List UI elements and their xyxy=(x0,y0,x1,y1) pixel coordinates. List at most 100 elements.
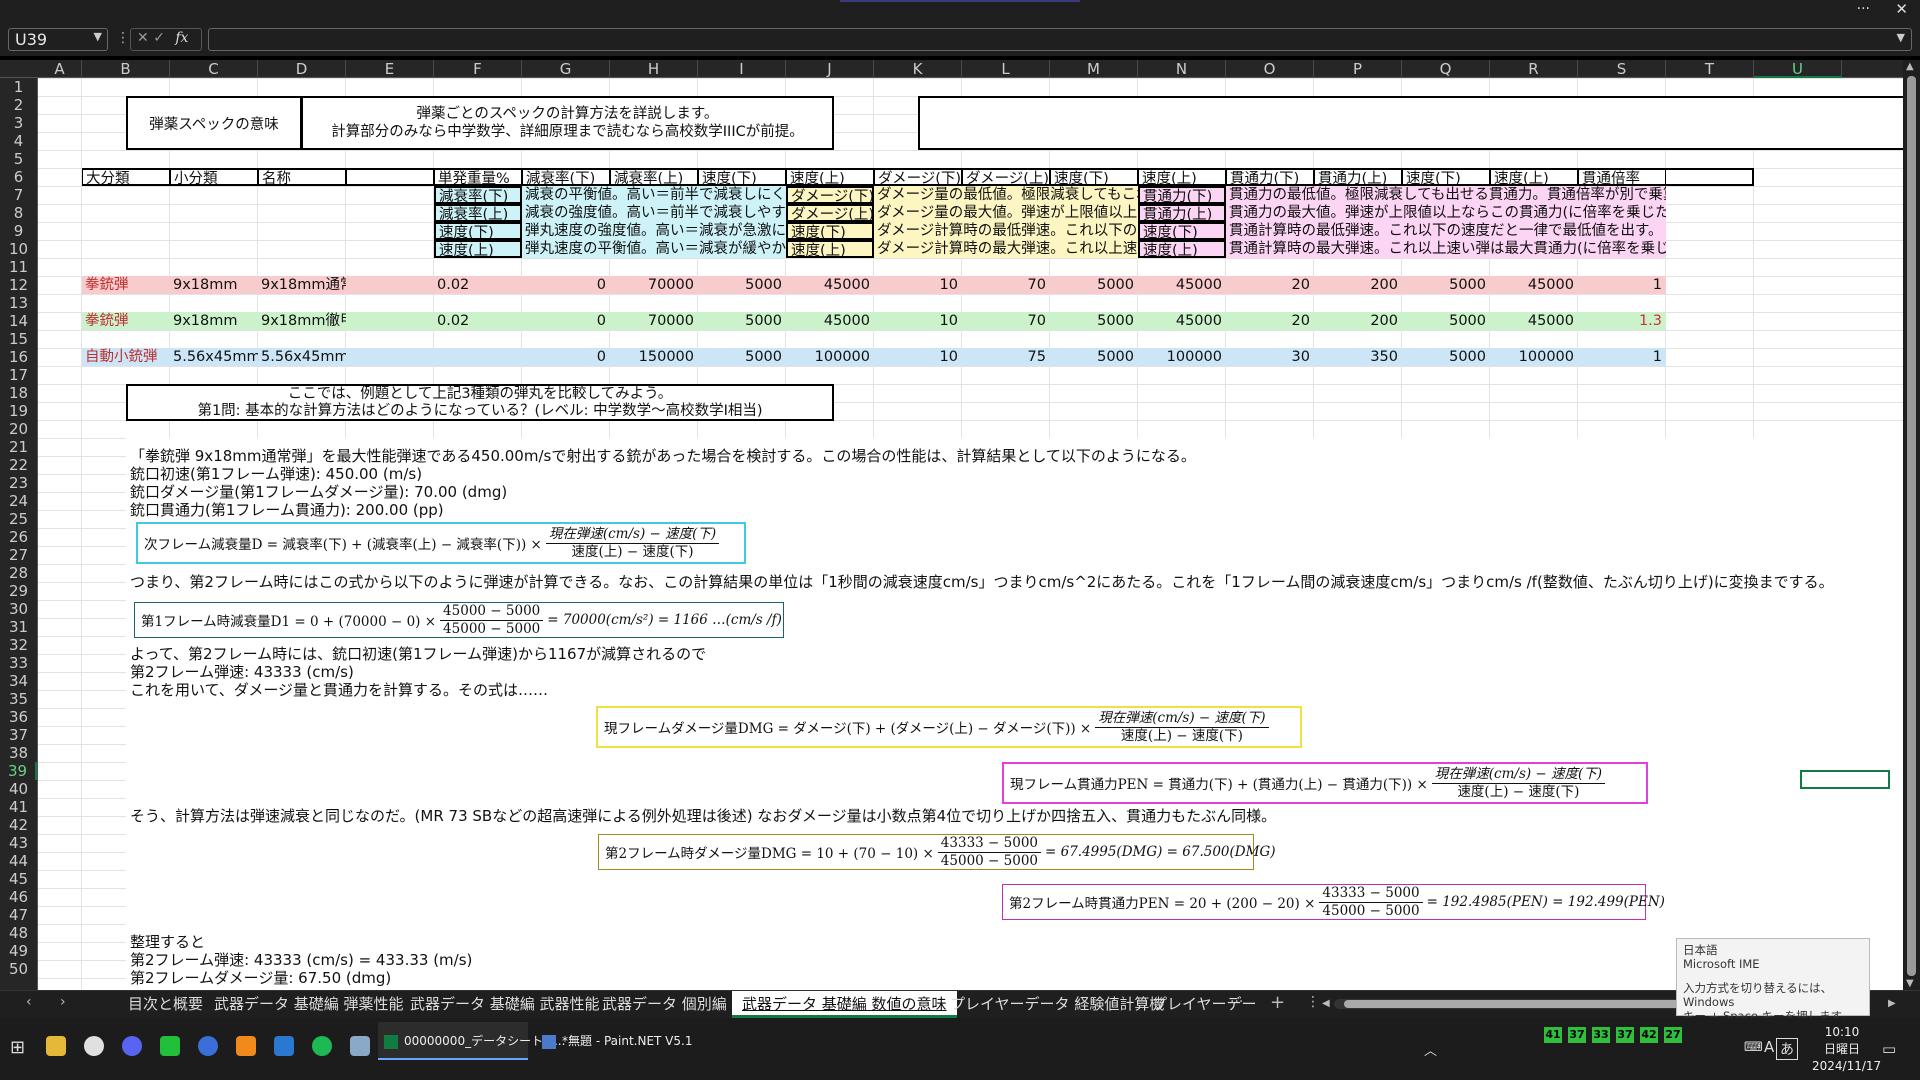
ammo-cell-d_hi[interactable]: 70000 xyxy=(610,312,698,330)
tray-status-badge[interactable]: 42 xyxy=(1640,1027,1658,1043)
row-header-47[interactable]: 47 xyxy=(0,906,37,924)
tab-more-button[interactable]: ··· xyxy=(1230,994,1243,1010)
add-sheet-button[interactable]: + xyxy=(1270,992,1285,1013)
ammo-cell-v_lo[interactable]: 5000 xyxy=(698,276,786,294)
ammo-cell-pen_hi[interactable]: 200 xyxy=(1314,276,1402,294)
insert-function-button[interactable]: fx xyxy=(175,30,188,46)
ammo-cell-pv_hi[interactable]: 100000 xyxy=(1490,348,1578,366)
taskbar-clock[interactable]: 10:10 日曜日 2024/11/17 xyxy=(1812,1024,1881,1075)
row-header-38[interactable]: 38 xyxy=(0,744,37,762)
sheet-tab[interactable]: プレイヤーデー xyxy=(1142,991,1267,1018)
column-header-s[interactable]: S xyxy=(1578,60,1666,78)
sheet-tab[interactable]: 武器データ 個別編 xyxy=(592,991,737,1018)
ammo-cell-dv_lo[interactable]: 5000 xyxy=(1050,312,1138,330)
row-header-29[interactable]: 29 xyxy=(0,582,37,600)
sheet-tab[interactable]: プレイヤーデータ 経験値計算機 xyxy=(940,991,1174,1018)
expand-formula-icon[interactable]: ▼ xyxy=(1897,31,1905,44)
vertical-scroll-thumb[interactable] xyxy=(1907,76,1916,976)
tab-next-icon[interactable]: › xyxy=(60,994,66,1010)
ammo-cell-pv_lo[interactable]: 5000 xyxy=(1402,276,1490,294)
row-header-16[interactable]: 16 xyxy=(0,348,37,366)
column-header-o[interactable]: O xyxy=(1226,60,1314,78)
taskbar-excel-app[interactable]: 00000000_データシート.x... xyxy=(378,1022,565,1060)
row-header-15[interactable]: 15 xyxy=(0,330,37,348)
vertical-scrollbar[interactable]: ▲ ▼ xyxy=(1903,60,1920,990)
tray-status-badge[interactable]: 41 xyxy=(1544,1027,1562,1043)
ammo-cell-dv_hi[interactable]: 45000 xyxy=(1138,276,1226,294)
keyboard-app-icon[interactable] xyxy=(350,1036,370,1056)
ammo-cell-dmg_hi[interactable]: 70 xyxy=(962,312,1050,330)
row-header-14[interactable]: 14 xyxy=(0,312,37,330)
row-header-18[interactable]: 18 xyxy=(0,384,37,402)
row-header-1[interactable]: 1 xyxy=(0,78,37,96)
taskbar-paintnet-app[interactable]: *無題 - Paint.NET V5.1 xyxy=(536,1022,692,1060)
row-header-24[interactable]: 24 xyxy=(0,492,37,510)
ammo-cell-v_hi[interactable]: 45000 xyxy=(786,312,874,330)
column-header-u[interactable]: U xyxy=(1754,60,1842,78)
ammo-cell-dmg_hi[interactable]: 70 xyxy=(962,276,1050,294)
ammo-cell-weight[interactable]: 0.02 xyxy=(434,276,522,294)
row-header-39[interactable]: 39 xyxy=(0,762,37,780)
app-icon-7[interactable] xyxy=(274,1036,294,1056)
scroll-down-icon[interactable]: ▼ xyxy=(1906,978,1914,989)
ammo-cell-v_lo[interactable]: 5000 xyxy=(698,312,786,330)
sheet-tab[interactable]: 武器データ 基礎編 弾薬性能 xyxy=(204,991,414,1018)
ammo-cell-pv_hi[interactable]: 45000 xyxy=(1490,276,1578,294)
column-header-k[interactable]: K xyxy=(874,60,962,78)
row-header-21[interactable]: 21 xyxy=(0,438,37,456)
ammo-cell-v_lo[interactable]: 5000 xyxy=(698,348,786,366)
column-header-t[interactable]: T xyxy=(1666,60,1754,78)
column-header-b[interactable]: B xyxy=(82,60,170,78)
hscroll-left-icon[interactable]: ◀ xyxy=(1322,998,1330,1009)
row-header-13[interactable]: 13 xyxy=(0,294,37,312)
row-header-11[interactable]: 11 xyxy=(0,258,37,276)
discord-icon[interactable] xyxy=(122,1036,142,1056)
ammo-cell-d_hi[interactable]: 70000 xyxy=(610,276,698,294)
row-header-31[interactable]: 31 xyxy=(0,618,37,636)
ammo-cell-d_lo[interactable]: 0 xyxy=(522,348,610,366)
spotify-icon[interactable] xyxy=(312,1036,332,1056)
tray-status-badge[interactable]: 37 xyxy=(1568,1027,1586,1043)
sheet-tab[interactable]: 武器データ 基礎編 数値の意味 xyxy=(732,991,957,1018)
sheet-tab[interactable]: 目次と概要 xyxy=(118,991,213,1018)
row-header-10[interactable]: 10 xyxy=(0,240,37,258)
row-header-5[interactable]: 5 xyxy=(0,150,37,168)
ammo-cell-sub[interactable]: 9x18mm xyxy=(170,312,258,330)
row-header-26[interactable]: 26 xyxy=(0,528,37,546)
chrome-icon[interactable] xyxy=(84,1036,104,1056)
formula-input[interactable]: ▼ xyxy=(208,28,1912,51)
ammo-cell-name[interactable]: 9x18mm徹甲弾 xyxy=(258,312,346,330)
ammo-cell-dv_lo[interactable]: 5000 xyxy=(1050,348,1138,366)
row-header-36[interactable]: 36 xyxy=(0,708,37,726)
more-options-button[interactable]: ··· xyxy=(1857,1,1870,17)
row-header-42[interactable]: 42 xyxy=(0,816,37,834)
column-header-p[interactable]: P xyxy=(1314,60,1402,78)
row-header-50[interactable]: 50 xyxy=(0,960,37,978)
tray-status-badge[interactable]: 37 xyxy=(1616,1027,1634,1043)
ammo-cell-cat[interactable]: 拳銃弾 xyxy=(82,276,170,294)
worksheet-grid[interactable]: 弾薬スペックの意味 弾薬ごとのスペックの計算方法を詳説します。 計算部分のみなら… xyxy=(38,78,1903,990)
app-icon-5[interactable] xyxy=(198,1036,218,1056)
row-header-2[interactable]: 2 xyxy=(0,96,37,114)
row-header-3[interactable]: 3 xyxy=(0,114,37,132)
name-box[interactable]: U39 ▼ xyxy=(8,28,108,51)
ammo-cell-pv_lo[interactable]: 5000 xyxy=(1402,348,1490,366)
ammo-cell-mult[interactable]: 1 xyxy=(1578,276,1666,294)
notification-icon[interactable]: ▭ xyxy=(1882,1040,1896,1058)
row-header-12[interactable]: 12 xyxy=(0,276,37,294)
column-header-l[interactable]: L xyxy=(962,60,1050,78)
ammo-cell-cat[interactable]: 拳銃弾 xyxy=(82,312,170,330)
row-header-8[interactable]: 8 xyxy=(0,204,37,222)
sheet-tab[interactable]: 武器データ 基礎編 武器性能 xyxy=(400,991,610,1018)
column-header-j[interactable]: J xyxy=(786,60,874,78)
ime-keyboard-icon[interactable]: ⌨ xyxy=(1744,1040,1763,1055)
column-header-q[interactable]: Q xyxy=(1402,60,1490,78)
tray-status-badge[interactable]: 27 xyxy=(1664,1027,1682,1043)
row-header-25[interactable]: 25 xyxy=(0,510,37,528)
ammo-cell-v_hi[interactable]: 100000 xyxy=(786,348,874,366)
ammo-cell-mult[interactable]: 1 xyxy=(1578,348,1666,366)
row-header-4[interactable]: 4 xyxy=(0,132,37,150)
ammo-cell-d_hi[interactable]: 150000 xyxy=(610,348,698,366)
column-header-c[interactable]: C xyxy=(170,60,258,78)
column-header-r[interactable]: R xyxy=(1490,60,1578,78)
